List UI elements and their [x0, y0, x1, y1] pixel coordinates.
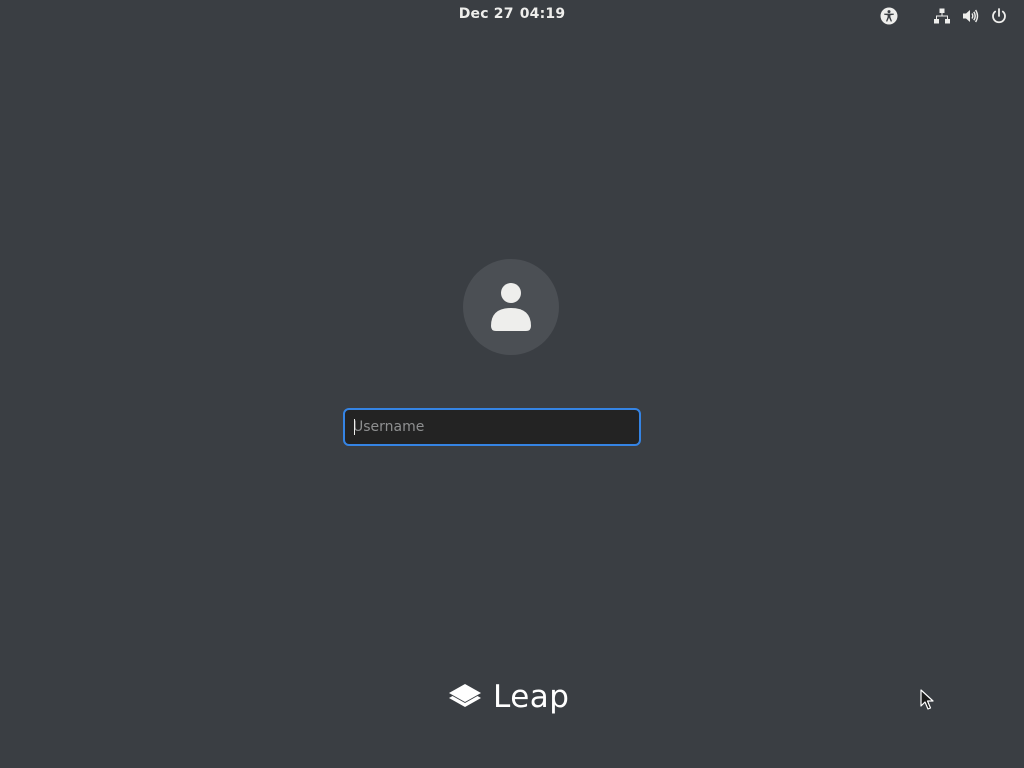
volume-icon: [963, 9, 979, 23]
power-menu-button[interactable]: [989, 6, 1009, 26]
user-icon: [491, 283, 531, 331]
date-time-menu[interactable]: Dec 27 04:19: [412, 6, 612, 22]
accessibility-menu-button[interactable]: [879, 6, 899, 26]
mouse-pointer-icon: [920, 689, 934, 710]
top-bar: Dec 27 04:19: [0, 0, 1024, 32]
network-wired-icon: [934, 8, 950, 24]
username-field-container: [343, 408, 641, 446]
login-screen: Dec 27 04:19 Username Leap: [0, 0, 1024, 768]
logo-text: Leap: [493, 679, 570, 715]
accessibility-icon: [880, 7, 898, 25]
network-menu-button[interactable]: [932, 6, 952, 26]
user-avatar: [463, 259, 559, 355]
power-icon: [992, 8, 1006, 24]
date-label: Dec 27: [458, 6, 514, 22]
layers-icon: [449, 684, 481, 707]
volume-menu-button[interactable]: [960, 6, 980, 26]
time-label: 04:19: [519, 6, 566, 22]
distribution-logo: Leap: [447, 679, 569, 715]
username-input[interactable]: [345, 410, 639, 444]
